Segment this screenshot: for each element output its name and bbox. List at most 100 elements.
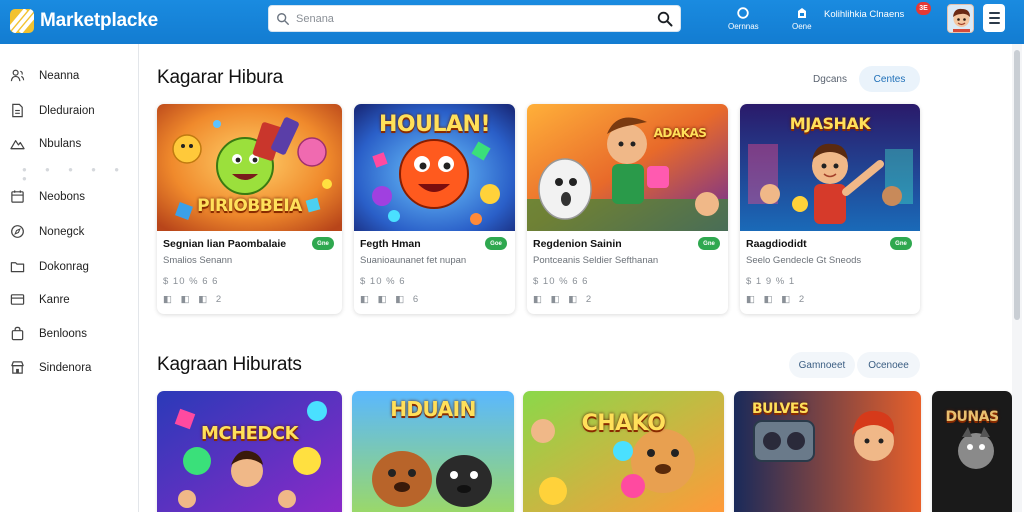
game-art-title: DUNAS — [945, 409, 999, 425]
game-card[interactable]: BULVES — [734, 391, 921, 512]
tab-dgcans[interactable]: Dgcans — [800, 66, 860, 92]
game-price: $ 10 % 6 — [360, 276, 406, 287]
sidebar-item-nbulans[interactable]: Nbulans — [10, 136, 81, 151]
menu-line — [988, 12, 1000, 14]
sidebar-item-dleduraion[interactable]: Dleduraion — [10, 103, 95, 118]
circle-icon — [737, 7, 750, 19]
game-art-image — [527, 104, 728, 231]
brand[interactable]: Marketplacke — [10, 8, 158, 34]
notification-link[interactable]: Kolihlihkia Clnaens — [824, 9, 904, 20]
menu-button[interactable] — [983, 4, 1005, 32]
tab-centes[interactable]: Centes — [859, 66, 920, 92]
game-thumbnail: HOULAN! — [354, 104, 515, 231]
sidebar-item-kanre[interactable]: Kanre — [10, 292, 70, 307]
brand-name: Marketplacke — [40, 10, 159, 31]
game-name: Segnian lian Paombalaie — [163, 238, 287, 250]
game-price: $ 10 % 6 6 — [163, 276, 219, 287]
game-card[interactable]: HDUAIN — [352, 391, 514, 512]
game-subtitle: Pontceanis Seldier Sefthanan — [533, 255, 659, 266]
store-icon — [11, 361, 24, 374]
game-meta-icons: ◧ ◧ ◧ 6 — [360, 294, 422, 305]
people-icon — [10, 69, 25, 82]
game-art-title: MCHEDCK — [200, 423, 299, 444]
game-art-image — [157, 391, 342, 512]
game-art-image — [523, 391, 724, 512]
top-action-oernnas[interactable]: Oernnas — [728, 6, 759, 31]
game-subtitle: Seelo Gendecle Gt Sneods — [746, 255, 862, 266]
game-name: Fegth Hman — [360, 238, 421, 250]
search-icon — [657, 11, 673, 26]
game-price: $ 10 % 6 6 — [533, 276, 589, 287]
game-subtitle: Suanioaunanet fet nupan — [360, 255, 467, 266]
sidebar-item-label: Sindenora — [39, 361, 92, 374]
game-thumbnail: ADAKAS — [527, 104, 728, 231]
sidebar-item-benloons[interactable]: Benloons — [10, 326, 87, 341]
sidebar-item-label: Neobons — [39, 190, 86, 203]
top-action-label: Oene — [792, 22, 812, 31]
bag-icon — [797, 8, 806, 18]
top-action-label: Oernnas — [728, 22, 759, 31]
avatar[interactable] — [947, 4, 974, 33]
game-thumbnail: PIRIOBBEIA — [157, 104, 342, 231]
section-title: Kagraan Hiburats — [157, 354, 302, 375]
game-meta-icons: ◧ ◧ ◧ 2 — [533, 294, 595, 305]
search-icon — [277, 12, 289, 25]
bag-icon — [11, 326, 24, 341]
sidebar-item-label: Nonegck — [39, 225, 85, 238]
game-art-title: CHAKO — [581, 411, 666, 436]
notification-badge: 3E — [916, 2, 931, 15]
sidebar-item-neobons[interactable]: Neobons — [10, 189, 85, 204]
game-name: Regdenion Sainin — [533, 238, 622, 250]
game-card[interactable]: MJASHAK Raagdiodidt Gne Seelo Gendecle G… — [740, 104, 920, 314]
sidebar-item-label: Neanna — [39, 69, 80, 82]
sidebar-item-label: Kanre — [39, 293, 70, 306]
status-badge: Gne — [698, 237, 720, 250]
game-card[interactable]: MCHEDCK — [157, 391, 342, 512]
game-name: Raagdiodidt — [746, 238, 807, 250]
game-card[interactable]: HOULAN! Fegth Hman Goe Suanioaunanet fet… — [354, 104, 515, 314]
sidebar-item-label: Dokonrag — [39, 260, 89, 273]
game-card[interactable]: PIRIOBBEIA Segnian lian Paombalaie Gne S… — [157, 104, 342, 314]
sidebar-item-label: Nbulans — [39, 137, 82, 150]
sidebar-divider-dots: ● ● ● ● ● ● — [22, 165, 128, 183]
game-art-title: ADAKAS — [653, 126, 707, 140]
sidebar-item-dokonrag[interactable]: Dokonrag — [10, 259, 89, 274]
brand-logo-icon — [10, 9, 34, 33]
status-badge: Goe — [485, 237, 507, 250]
compass-icon — [11, 225, 24, 238]
game-art-title: HDUAIN — [390, 397, 476, 421]
game-meta-icons: ◧ ◧ ◧ 2 — [746, 294, 808, 305]
game-meta-icons: ◧ ◧ ◧ 2 — [163, 294, 225, 305]
game-card[interactable]: CHAKO — [523, 391, 724, 512]
document-icon — [12, 103, 23, 118]
scrollbar-thumb[interactable] — [1014, 50, 1020, 320]
game-card[interactable]: ADAKAS Regdenion Sainin Gne Pontceanis S… — [527, 104, 728, 314]
game-price: $ 1 9 % 1 — [746, 276, 796, 287]
game-thumbnail: MJASHAK — [740, 104, 920, 231]
game-art-title: PIRIOBBEIA — [197, 196, 302, 216]
status-badge: Gne — [890, 237, 912, 250]
section-title: Kagarar Hibura — [157, 67, 284, 88]
game-art-title: MJASHAK — [789, 114, 871, 133]
menu-line — [988, 17, 1000, 19]
sidebar-item-sindenora[interactable]: Sindenora — [10, 360, 91, 375]
mountain-icon — [10, 140, 25, 150]
tab-gamnoeet[interactable]: Gamnoeet — [789, 352, 855, 378]
search-input[interactable] — [290, 6, 650, 31]
top-action-oene[interactable]: Oene — [792, 6, 812, 31]
game-art-title: BULVES — [752, 401, 809, 417]
sidebar-item-neanna[interactable]: Neanna — [10, 68, 79, 83]
card-icon — [10, 294, 25, 305]
menu-line — [988, 22, 1000, 24]
search-bar — [268, 5, 681, 32]
avatar-face-icon — [948, 5, 973, 32]
status-badge: Gne — [312, 237, 334, 250]
game-card[interactable]: DUNAS — [932, 391, 1012, 512]
search-button[interactable] — [650, 6, 680, 31]
tab-ocenoee[interactable]: Ocenoee — [857, 352, 920, 378]
game-art-title: HOULAN! — [379, 112, 490, 137]
sidebar: Neanna Dleduraion Nbulans ● ● ● ● ● ● Ne… — [0, 44, 139, 512]
top-bar: Marketplacke Oernnas Oene Kolihlihkia Cl… — [0, 0, 1024, 44]
sidebar-item-nonegck[interactable]: Nonegck — [10, 224, 84, 239]
calendar-icon — [11, 190, 24, 203]
